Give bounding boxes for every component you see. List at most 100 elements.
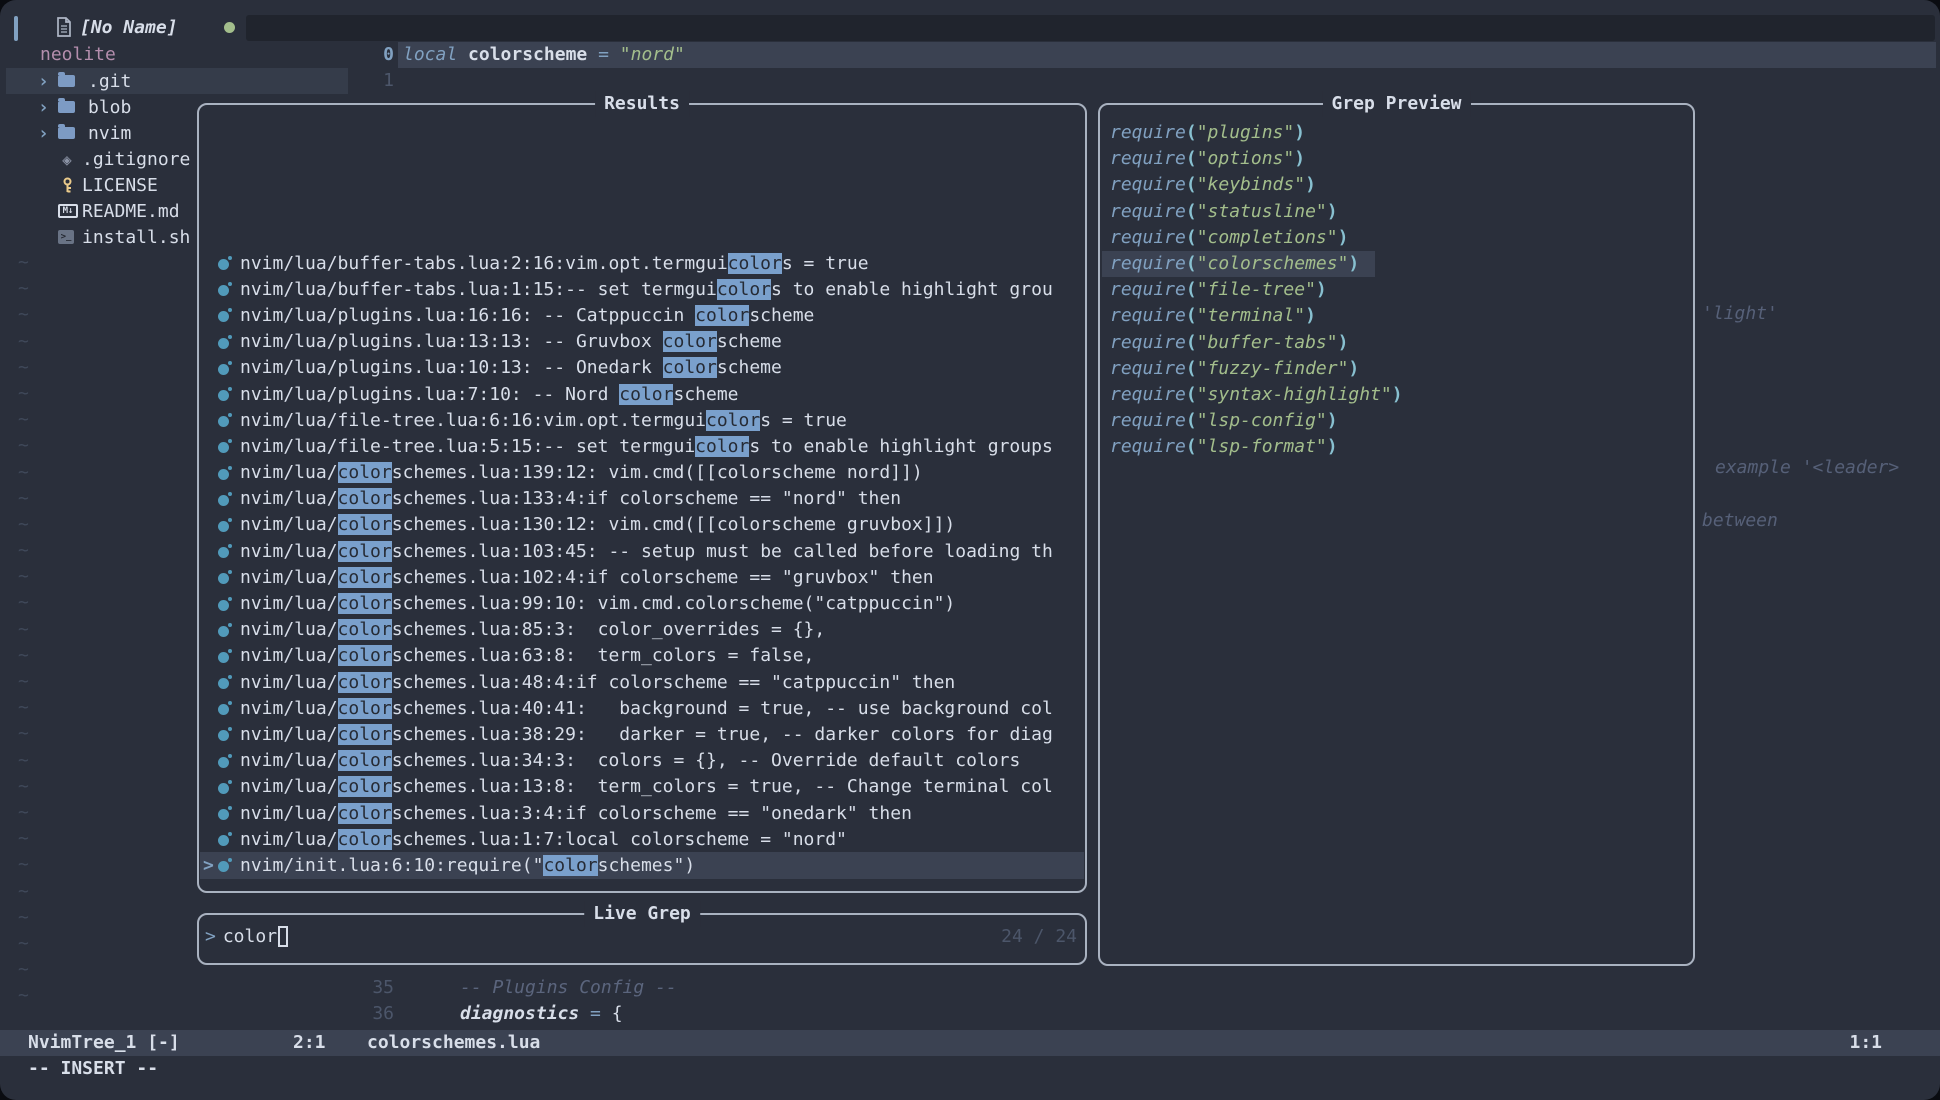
chevron-right-icon[interactable]: ›	[38, 97, 58, 118]
result-text: nvim/lua/plugins.lua:10:13: -- Onedark c…	[240, 357, 782, 378]
lua-file-icon	[218, 779, 234, 795]
paren-token: )	[1327, 201, 1338, 222]
module-string: "plugins"	[1197, 122, 1295, 143]
results-title: Results	[595, 91, 689, 117]
preview-line[interactable]: require("statusline")	[1102, 199, 1691, 225]
preview-line[interactable]: require("colorschemes")	[1102, 251, 1375, 277]
result-row[interactable]: nvim/lua/colorschemes.lua:40:41: backgro…	[200, 695, 1084, 721]
chevron-right-icon[interactable]: ›	[38, 71, 58, 92]
preview-line[interactable]: require("file-tree")	[1102, 277, 1691, 303]
result-row[interactable]: nvim/lua/colorschemes.lua:103:45: -- set…	[200, 538, 1084, 564]
lua-file-icon	[218, 674, 234, 690]
module-string: "lsp-format"	[1197, 436, 1327, 457]
tilde-empty-line: ~	[18, 250, 29, 276]
match-highlight: color	[338, 541, 392, 562]
result-text: nvim/lua/file-tree.lua:6:16:vim.opt.term…	[240, 410, 847, 431]
line-number-current: 0	[352, 42, 394, 68]
filetree-root-label[interactable]: neolite	[40, 42, 116, 68]
string-token: "nord"	[620, 44, 685, 65]
result-row[interactable]: nvim/lua/colorschemes.lua:99:10: vim.cmd…	[200, 590, 1084, 616]
paren-token: )	[1305, 305, 1316, 326]
lua-file-icon	[218, 491, 234, 507]
result-row[interactable]: nvim/lua/file-tree.lua:5:15:-- set termg…	[200, 433, 1084, 459]
result-row[interactable]: nvim/lua/file-tree.lua:6:16:vim.opt.term…	[200, 407, 1084, 433]
filetree-item-label: LICENSE	[82, 175, 158, 196]
code-line[interactable]: local colorscheme = "nord"	[403, 42, 685, 68]
require-keyword: require	[1110, 410, 1186, 431]
result-row[interactable]: nvim/lua/colorschemes.lua:34:3: colors =…	[200, 748, 1084, 774]
result-row[interactable]: nvim/lua/colorschemes.lua:139:12: vim.cm…	[200, 460, 1084, 486]
preview-line[interactable]: require("terminal")	[1102, 303, 1691, 329]
filetree-item-label: blob	[88, 97, 131, 118]
lua-file-icon	[218, 412, 234, 428]
result-row[interactable]: nvim/lua/colorschemes.lua:13:8: term_col…	[200, 774, 1084, 800]
paren-token: (	[1186, 410, 1197, 431]
match-highlight: color	[695, 436, 749, 457]
result-row[interactable]: >nvim/init.lua:6:10:require("colorscheme…	[200, 852, 1084, 878]
tilde-empty-line: ~	[18, 302, 29, 328]
tabline-fill	[246, 15, 1935, 41]
tilde-empty-line: ~	[18, 800, 29, 826]
result-row[interactable]: nvim/lua/colorschemes.lua:63:8: term_col…	[200, 643, 1084, 669]
chevron-right-icon[interactable]: ›	[38, 123, 58, 144]
preview-line[interactable]: require("keybinds")	[1102, 172, 1691, 198]
require-keyword: require	[1110, 358, 1186, 379]
statusline-file-name: colorschemes.lua	[367, 1030, 540, 1056]
preview-line[interactable]: require("lsp-config")	[1102, 408, 1691, 434]
result-row[interactable]: nvim/lua/colorschemes.lua:85:3: color_ov…	[200, 617, 1084, 643]
tilde-empty-line: ~	[18, 957, 29, 983]
result-text: nvim/lua/colorschemes.lua:3:4:if colorsc…	[240, 803, 912, 824]
line-number-next: 1	[352, 68, 394, 94]
result-row[interactable]: nvim/lua/colorschemes.lua:3:4:if colorsc…	[200, 800, 1084, 826]
tilde-empty-line: ~	[18, 905, 29, 931]
statusline: NvimTree_1 [-] 2:1 colorschemes.lua 1:1	[0, 1030, 1940, 1056]
paren-token: (	[1186, 122, 1197, 143]
terminal-script-icon	[58, 230, 74, 244]
preview-line[interactable]: require("options")	[1102, 146, 1691, 172]
require-keyword: require	[1110, 227, 1186, 248]
text-cursor	[278, 926, 288, 947]
tilde-empty-line: ~	[18, 695, 29, 721]
preview-line[interactable]: require("syntax-highlight")	[1102, 382, 1691, 408]
match-highlight: color	[338, 803, 392, 824]
match-highlight: color	[338, 776, 392, 797]
tilde-empty-line: ~	[18, 460, 29, 486]
module-string: "completions"	[1197, 227, 1338, 248]
tilde-empty-line: ~	[18, 276, 29, 302]
folder-icon	[58, 127, 75, 139]
preview-line[interactable]: require("completions")	[1102, 225, 1691, 251]
tilde-empty-line: ~	[18, 486, 29, 512]
file-icon	[56, 17, 72, 37]
result-row[interactable]: nvim/lua/plugins.lua:16:16: -- Catppucci…	[200, 302, 1084, 328]
live-grep-input[interactable]: > color	[205, 926, 288, 947]
paren-token: (	[1186, 227, 1197, 248]
line-number: 35	[352, 977, 394, 998]
result-row[interactable]: nvim/lua/colorschemes.lua:48:4:if colors…	[200, 669, 1084, 695]
result-row[interactable]: nvim/lua/colorschemes.lua:102:4:if color…	[200, 564, 1084, 590]
require-keyword: require	[1110, 148, 1186, 169]
preview-line[interactable]: require("lsp-format")	[1102, 434, 1691, 460]
result-row[interactable]: nvim/lua/plugins.lua:7:10: -- Nord color…	[200, 381, 1084, 407]
match-highlight: color	[663, 357, 717, 378]
lua-file-icon	[218, 726, 234, 742]
preview-line[interactable]: require("plugins")	[1102, 120, 1691, 146]
preview-line[interactable]: require("buffer-tabs")	[1102, 330, 1691, 356]
live-grep-window[interactable]: Live Grep > color 24 / 24	[197, 913, 1087, 965]
result-row[interactable]: nvim/lua/buffer-tabs.lua:1:15:-- set ter…	[200, 276, 1084, 302]
filetree-item-label: .gitignore	[82, 149, 190, 170]
result-row[interactable]: nvim/lua/plugins.lua:13:13: -- Gruvbox c…	[200, 329, 1084, 355]
preview-line[interactable]: require("fuzzy-finder")	[1102, 356, 1691, 382]
result-row[interactable]: nvim/lua/colorschemes.lua:38:29: darker …	[200, 721, 1084, 747]
filetree-item--git[interactable]: ›.git	[6, 68, 348, 94]
match-highlight: color	[338, 567, 392, 588]
result-row[interactable]: nvim/lua/buffer-tabs.lua:2:16:vim.opt.te…	[200, 250, 1084, 276]
result-row[interactable]: nvim/lua/colorschemes.lua:133:4:if color…	[200, 486, 1084, 512]
require-keyword: require	[1110, 384, 1186, 405]
result-row[interactable]: nvim/lua/colorschemes.lua:130:12: vim.cm…	[200, 512, 1084, 538]
tab-no-name[interactable]: [No Name]	[56, 12, 235, 42]
result-row[interactable]: nvim/lua/colorschemes.lua:1:7:local colo…	[200, 826, 1084, 852]
mode-indicator: -- INSERT --	[28, 1056, 158, 1082]
result-row[interactable]: nvim/lua/plugins.lua:10:13: -- Onedark c…	[200, 355, 1084, 381]
match-highlight: color	[338, 672, 392, 693]
require-keyword: require	[1110, 253, 1186, 274]
